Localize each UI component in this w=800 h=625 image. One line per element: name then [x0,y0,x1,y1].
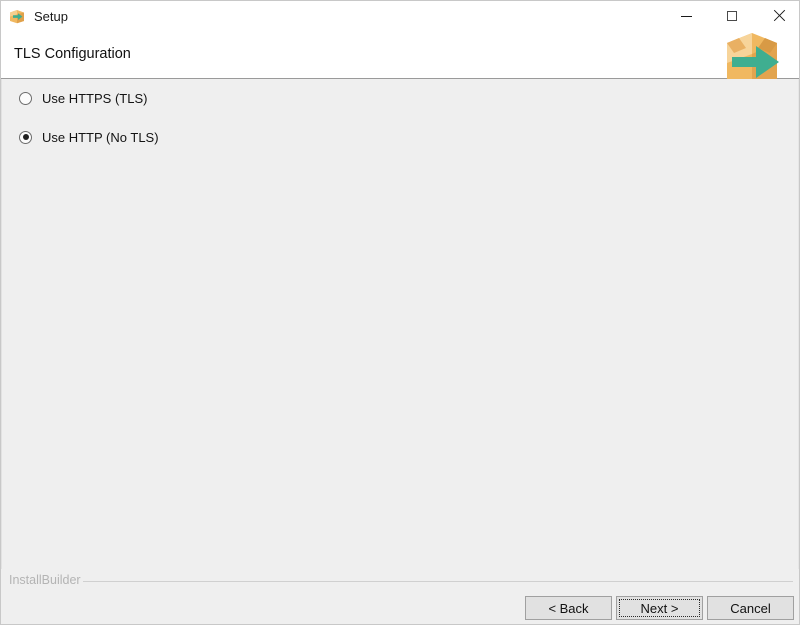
footer-bar: InstallBuilder < Back Next > Cancel [1,569,799,624]
next-button[interactable]: Next > [616,596,703,620]
footer-divider [83,581,793,582]
cancel-button[interactable]: Cancel [707,596,794,620]
maximize-icon [727,11,737,21]
setup-window: Setup TLS Configuration Use HTTPS (TLS) … [0,0,800,625]
close-icon [773,10,785,22]
radio-label-http: Use HTTP (No TLS) [42,129,159,145]
radio-use-https-tls[interactable]: Use HTTPS (TLS) [19,89,147,107]
next-button-label: Next > [640,600,679,616]
window-title: Setup [34,8,68,24]
radio-indicator-http[interactable] [19,130,32,144]
radio-indicator-https[interactable] [19,91,32,105]
radio-label-https: Use HTTPS (TLS) [42,90,148,106]
back-button[interactable]: < Back [525,596,612,620]
radio-use-http-no-tls[interactable]: Use HTTP (No TLS) [19,128,159,146]
content-panel: Use HTTPS (TLS) Use HTTP (No TLS) [1,79,799,569]
page-header: TLS Configuration [1,31,799,92]
back-button-label: < Back [548,600,589,616]
brand-row: InstallBuilder [1,572,799,592]
installer-box-arrow-icon [9,8,25,24]
minimize-icon [680,15,692,17]
cancel-button-label: Cancel [730,600,771,616]
installbuilder-brand-label: InstallBuilder [9,573,81,587]
page-title: TLS Configuration [14,46,131,62]
title-bar: Setup [1,1,799,31]
minimize-button[interactable] [663,1,709,31]
